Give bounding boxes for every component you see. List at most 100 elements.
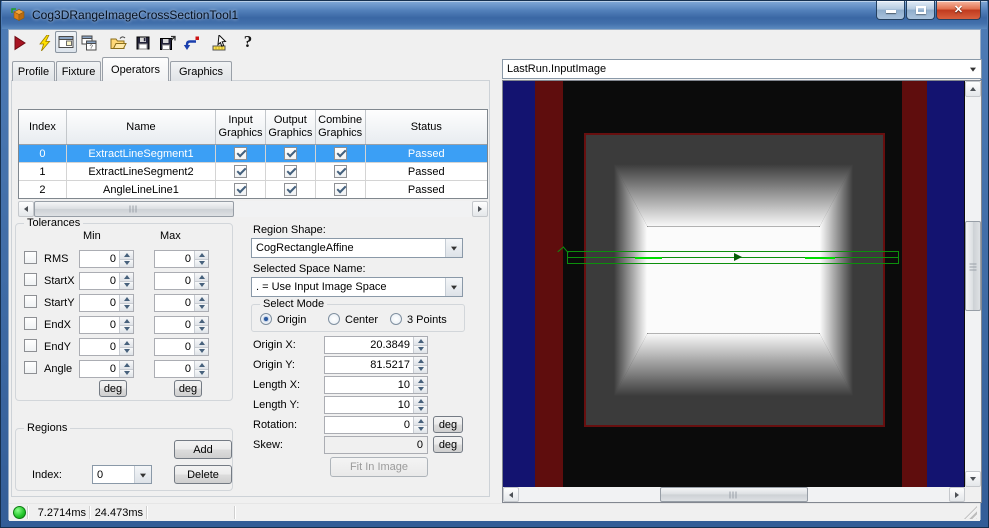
grid-header[interactable]: Index Name Input Graphics Output Graphic… <box>19 110 487 145</box>
output-graphics-checkbox[interactable] <box>283 147 297 160</box>
maximize-button[interactable] <box>906 1 935 20</box>
scroll-right-button[interactable] <box>949 487 965 502</box>
col-header-output-graphics[interactable]: Output Graphics <box>266 110 316 144</box>
run-once-button[interactable] <box>34 32 56 54</box>
min-deg-button[interactable]: deg <box>99 380 127 397</box>
tab-profile[interactable]: Profile <box>12 61 55 81</box>
range-image-display[interactable] <box>503 81 965 487</box>
spin-up-button[interactable] <box>120 317 133 326</box>
grid-row-1[interactable]: 1 ExtractLineSegment2 Passed <box>19 163 487 181</box>
scroll-track[interactable] <box>34 201 472 217</box>
spin-down-button[interactable] <box>195 369 208 377</box>
run-button[interactable] <box>9 32 31 54</box>
spin-down-button[interactable] <box>195 347 208 355</box>
spin-up-button[interactable] <box>120 251 133 260</box>
spin-up-button[interactable] <box>414 357 427 366</box>
col-header-status[interactable]: Status <box>366 110 487 144</box>
region-index-combo[interactable]: 0 <box>92 465 152 484</box>
current-record-button[interactable] <box>210 32 232 54</box>
length-y-spinner[interactable]: 10 <box>324 396 428 414</box>
chevron-down-icon[interactable] <box>445 278 462 296</box>
spin-down-button[interactable] <box>120 303 133 311</box>
spin-up-button[interactable] <box>195 251 208 260</box>
scroll-track[interactable] <box>519 487 949 502</box>
col-header-combine-graphics[interactable]: Combine Graphics <box>316 110 366 144</box>
cell-status[interactable]: Passed <box>366 181 487 198</box>
starty-checkbox[interactable] <box>24 295 37 308</box>
rotation-deg-button[interactable]: deg <box>433 416 463 433</box>
scroll-thumb[interactable] <box>965 221 981 311</box>
spin-down-button[interactable] <box>414 425 427 433</box>
three-points-radio[interactable] <box>390 313 402 325</box>
spin-up-button[interactable] <box>414 337 427 346</box>
output-graphics-checkbox[interactable] <box>283 183 297 196</box>
tab-graphics[interactable]: Graphics <box>170 61 232 81</box>
spin-up-button[interactable] <box>120 273 133 282</box>
grid-row-2[interactable]: 2 AngleLineLine1 Passed <box>19 181 487 198</box>
col-header-index[interactable]: Index <box>19 110 67 144</box>
input-graphics-checkbox[interactable] <box>234 165 248 178</box>
spin-down-button[interactable] <box>195 259 208 267</box>
combine-graphics-checkbox[interactable] <box>333 165 347 178</box>
endx-min-spinner[interactable]: 0 <box>79 316 134 334</box>
origin-x-spinner[interactable]: 20.3849 <box>324 336 428 354</box>
length-x-spinner[interactable]: 10 <box>324 376 428 394</box>
fit-in-image-button[interactable]: Fit In Image <box>330 457 428 477</box>
scroll-thumb[interactable] <box>660 487 808 502</box>
starty-min-spinner[interactable]: 0 <box>79 294 134 312</box>
skew-deg-button[interactable]: deg <box>433 436 463 453</box>
cell-index[interactable]: 1 <box>19 163 67 180</box>
chevron-down-icon[interactable] <box>134 466 151 483</box>
endy-min-spinner[interactable]: 0 <box>79 338 134 356</box>
cell-name[interactable]: ExtractLineSegment1 <box>67 145 217 162</box>
rms-max-spinner[interactable]: 0 <box>154 250 209 268</box>
spin-up-button[interactable] <box>195 317 208 326</box>
scroll-thumb[interactable] <box>34 201 234 217</box>
region-shape-combo[interactable]: CogRectangleAffine <box>251 238 463 258</box>
spin-down-button[interactable] <box>414 405 427 413</box>
spin-up-button[interactable] <box>120 295 133 304</box>
rms-checkbox[interactable] <box>24 251 37 264</box>
rms-min-spinner[interactable]: 0 <box>79 250 134 268</box>
cell-index[interactable]: 0 <box>19 145 67 162</box>
cross-section-region-overlay[interactable] <box>557 246 899 264</box>
grid-hscrollbar[interactable] <box>18 201 488 217</box>
input-graphics-checkbox[interactable] <box>234 183 248 196</box>
center-radio[interactable] <box>328 313 340 325</box>
scroll-up-button[interactable] <box>965 81 981 97</box>
spin-down-button[interactable] <box>414 345 427 353</box>
save-button[interactable] <box>132 32 154 54</box>
open-button[interactable] <box>107 32 129 54</box>
spin-up-button[interactable] <box>414 417 427 426</box>
combine-graphics-checkbox[interactable] <box>333 147 347 160</box>
show-controls-button[interactable] <box>55 31 77 53</box>
tab-operators[interactable]: Operators <box>102 57 169 81</box>
scroll-down-button[interactable] <box>965 471 981 487</box>
scroll-right-button[interactable] <box>472 201 488 217</box>
save-as-button[interactable] <box>156 32 178 54</box>
spin-down-button[interactable] <box>120 347 133 355</box>
spin-down-button[interactable] <box>195 281 208 289</box>
add-region-button[interactable]: Add <box>174 440 232 459</box>
angle-max-spinner[interactable]: 0 <box>154 360 209 378</box>
grid-row-0[interactable]: 0 ExtractLineSegment1 Passed <box>19 145 487 163</box>
scroll-left-button[interactable] <box>503 487 519 502</box>
spin-down-button[interactable] <box>120 281 133 289</box>
cell-name[interactable]: AngleLineLine1 <box>67 181 217 198</box>
close-button[interactable]: ✕ <box>936 1 981 20</box>
cell-status[interactable]: Passed <box>366 145 487 162</box>
startx-min-spinner[interactable]: 0 <box>79 272 134 290</box>
three-points-radio-label[interactable]: 3 Points <box>407 314 447 326</box>
chevron-down-icon[interactable] <box>445 239 462 257</box>
spin-up-button[interactable] <box>414 377 427 386</box>
scroll-track[interactable] <box>965 97 981 471</box>
help-button[interactable]: ? <box>237 31 259 53</box>
spin-down-button[interactable] <box>195 325 208 333</box>
spin-up-button[interactable] <box>195 273 208 282</box>
minimize-button[interactable] <box>876 1 905 20</box>
cell-status[interactable]: Passed <box>366 163 487 180</box>
chevron-down-icon[interactable] <box>964 60 981 78</box>
angle-min-spinner[interactable]: 0 <box>79 360 134 378</box>
origin-radio-label[interactable]: Origin <box>277 314 306 326</box>
spin-down-button[interactable] <box>120 325 133 333</box>
